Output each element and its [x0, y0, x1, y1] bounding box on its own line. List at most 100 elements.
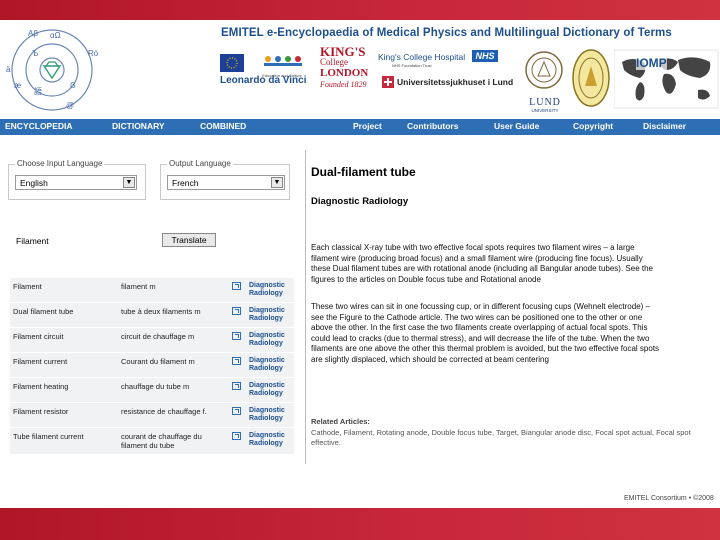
- article-paragraph-1: Each classical X-ray tube with two effec…: [311, 243, 717, 285]
- external-link-icon[interactable]: [232, 282, 241, 290]
- table-row[interactable]: Tube filament current courant de chauffag…: [10, 427, 294, 455]
- result-link-cell: [230, 278, 246, 303]
- table-row[interactable]: Filament current Courant du filament m Dia…: [10, 352, 294, 378]
- external-link-icon[interactable]: [232, 382, 241, 390]
- lund-seal-icon: [525, 51, 563, 89]
- related-articles-list: Cathode, Filament, Rotating anode, Doubl…: [311, 428, 711, 448]
- result-translation: resistance de chauffage f.: [118, 402, 230, 428]
- emblem-glyph: æ: [14, 81, 21, 90]
- nav-combined[interactable]: COMBINED: [200, 121, 246, 131]
- people-icon: [264, 56, 302, 66]
- result-translation: Courant du filament m: [118, 352, 230, 378]
- lund-university-logo: LUND UNIVERSITY: [524, 50, 566, 113]
- nav-copyright[interactable]: Copyright: [573, 121, 613, 131]
- leonardo-da-vinci-logo: Leonardo da Vinci: [220, 75, 307, 86]
- emblem-glyph: @: [66, 101, 74, 110]
- emblem-glyph: ẞ: [70, 81, 76, 90]
- article-line: Each classical X-ray tube with two effec…: [311, 243, 635, 252]
- result-translation: circuit de chauffage m: [118, 327, 230, 353]
- nav-disclaimer[interactable]: Disclaimer: [643, 121, 686, 131]
- kings-line: Founded 1829: [320, 80, 367, 89]
- nav-project[interactable]: Project: [353, 121, 382, 131]
- related-articles-line[interactable]: effective.: [311, 438, 711, 448]
- table-row[interactable]: Filament resistor resistance de chauffage…: [10, 402, 294, 428]
- input-language-label: Choose Input Language: [15, 159, 105, 168]
- article-line: These two wires can sit in one focussing…: [311, 302, 650, 311]
- result-domain-link[interactable]: Diagnostic Radiology: [246, 278, 294, 303]
- education-culture-logo: Education and Culture: [256, 54, 308, 78]
- table-row[interactable]: Filament heating chauffage du tube m Diagn…: [10, 377, 294, 403]
- article-line: see the Figure to the Cathode article. T…: [311, 312, 643, 322]
- article-title: Dual-filament tube: [311, 165, 416, 179]
- column-divider: [305, 150, 306, 464]
- world-map-icon: [613, 49, 719, 109]
- footer-copyright: EMITEL Consortium • ©2008: [624, 495, 714, 502]
- external-link-icon[interactable]: [232, 307, 241, 315]
- translate-button[interactable]: Translate: [162, 233, 216, 247]
- result-link-cell: [230, 352, 246, 378]
- related-articles-line[interactable]: Cathode, Filament, Rotating anode, Doubl…: [311, 428, 711, 438]
- result-link-cell: [230, 377, 246, 403]
- input-language-value: English: [20, 178, 48, 188]
- results-table: Filament filament m Diagnostic Radiology Du…: [10, 278, 294, 455]
- nav-contributors[interactable]: Contributors: [407, 121, 458, 131]
- input-language-group: Choose Input Language English ▼: [8, 159, 146, 200]
- emblem-glyph: Aβ: [28, 29, 38, 38]
- table-row[interactable]: Filament filament m Diagnostic Radiology: [10, 278, 294, 303]
- external-link-icon[interactable]: [232, 407, 241, 415]
- article-line: above the other. In the first case the t…: [311, 323, 648, 332]
- article-line: are slightly displaced, which should be …: [311, 354, 549, 364]
- kings-college-london-logo: KING'S College LONDON Founded 1829: [320, 45, 372, 96]
- result-link-cell: [230, 402, 246, 428]
- result-term: Dual filament tube: [10, 302, 118, 328]
- result-term: Tube filament current: [10, 427, 118, 455]
- table-row[interactable]: Filament circuit circuit de chauffage m Di…: [10, 327, 294, 353]
- result-domain-link[interactable]: Diagnostic Radiology: [246, 402, 294, 428]
- result-translation: courant de chauffage du filament du tube: [118, 427, 230, 455]
- kings-college-hospital-logo: King's College Hospital NHS NHS Foundati…: [378, 50, 502, 68]
- bottom-band: [0, 508, 720, 540]
- iomp-label: IOMP: [636, 56, 667, 70]
- top-band: [0, 0, 720, 20]
- result-term: Filament heating: [10, 377, 118, 403]
- result-domain-link[interactable]: Diagnostic Radiology: [246, 352, 294, 378]
- kings-line: LONDON: [320, 67, 369, 79]
- emblem-glyph: ä: [6, 65, 11, 74]
- chevron-down-icon: ▼: [123, 177, 135, 188]
- nhs-badge: NHS: [472, 50, 498, 62]
- article-line: filaments are one above the other this t…: [311, 344, 660, 353]
- external-link-icon[interactable]: [232, 332, 241, 340]
- result-domain-link[interactable]: Diagnostic Radiology: [246, 302, 294, 328]
- university-seal-icon: [572, 49, 610, 107]
- hospital-logo-icon: [382, 76, 394, 88]
- article-domain: Diagnostic Radiology: [311, 196, 409, 207]
- eu-flag-icon: [220, 54, 244, 72]
- result-translation: tube à deux filaments m: [118, 302, 230, 328]
- article-paragraph-2: These two wires can sit in one focussing…: [311, 302, 717, 365]
- emblem-glyph: 語: [34, 86, 42, 96]
- result-translation: chauffage du tube m: [118, 377, 230, 403]
- nhs-trust-label: NHS Foundation Trust: [392, 63, 432, 68]
- input-language-select[interactable]: English ▼: [15, 175, 137, 190]
- table-row[interactable]: Dual filament tube tube à deux filaments …: [10, 302, 294, 328]
- lund-sub-label: UNIVERSITY: [531, 108, 559, 113]
- nav-encyclopedia[interactable]: ENCYCLOPEDIA: [5, 121, 73, 131]
- iomp-logo: IOMP: [613, 48, 720, 110]
- nav-dictionary[interactable]: DICTIONARY: [112, 121, 165, 131]
- nav-user-guide[interactable]: User Guide: [494, 121, 539, 131]
- output-language-value: French: [172, 178, 199, 188]
- result-domain-link[interactable]: Diagnostic Radiology: [246, 377, 294, 403]
- output-language-select[interactable]: French ▼: [167, 175, 285, 190]
- article-line: filament wire (producing broad focus) an…: [311, 253, 643, 263]
- result-domain-link[interactable]: Diagnostic Radiology: [246, 427, 294, 455]
- output-language-group: Output Language French ▼: [160, 159, 290, 200]
- article-line: could lead to cracks (due to thermal str…: [311, 333, 650, 343]
- external-link-icon[interactable]: [232, 357, 241, 365]
- emblem-glyph: Ъ: [32, 49, 38, 58]
- external-link-icon[interactable]: [232, 432, 241, 440]
- lund-label: LUND: [529, 97, 561, 108]
- result-link-cell: [230, 327, 246, 353]
- main-nav: ENCYCLOPEDIA DICTIONARY COMBINED Project…: [0, 119, 720, 135]
- search-term-value[interactable]: Filament: [16, 236, 49, 246]
- result-domain-link[interactable]: Diagnostic Radiology: [246, 327, 294, 353]
